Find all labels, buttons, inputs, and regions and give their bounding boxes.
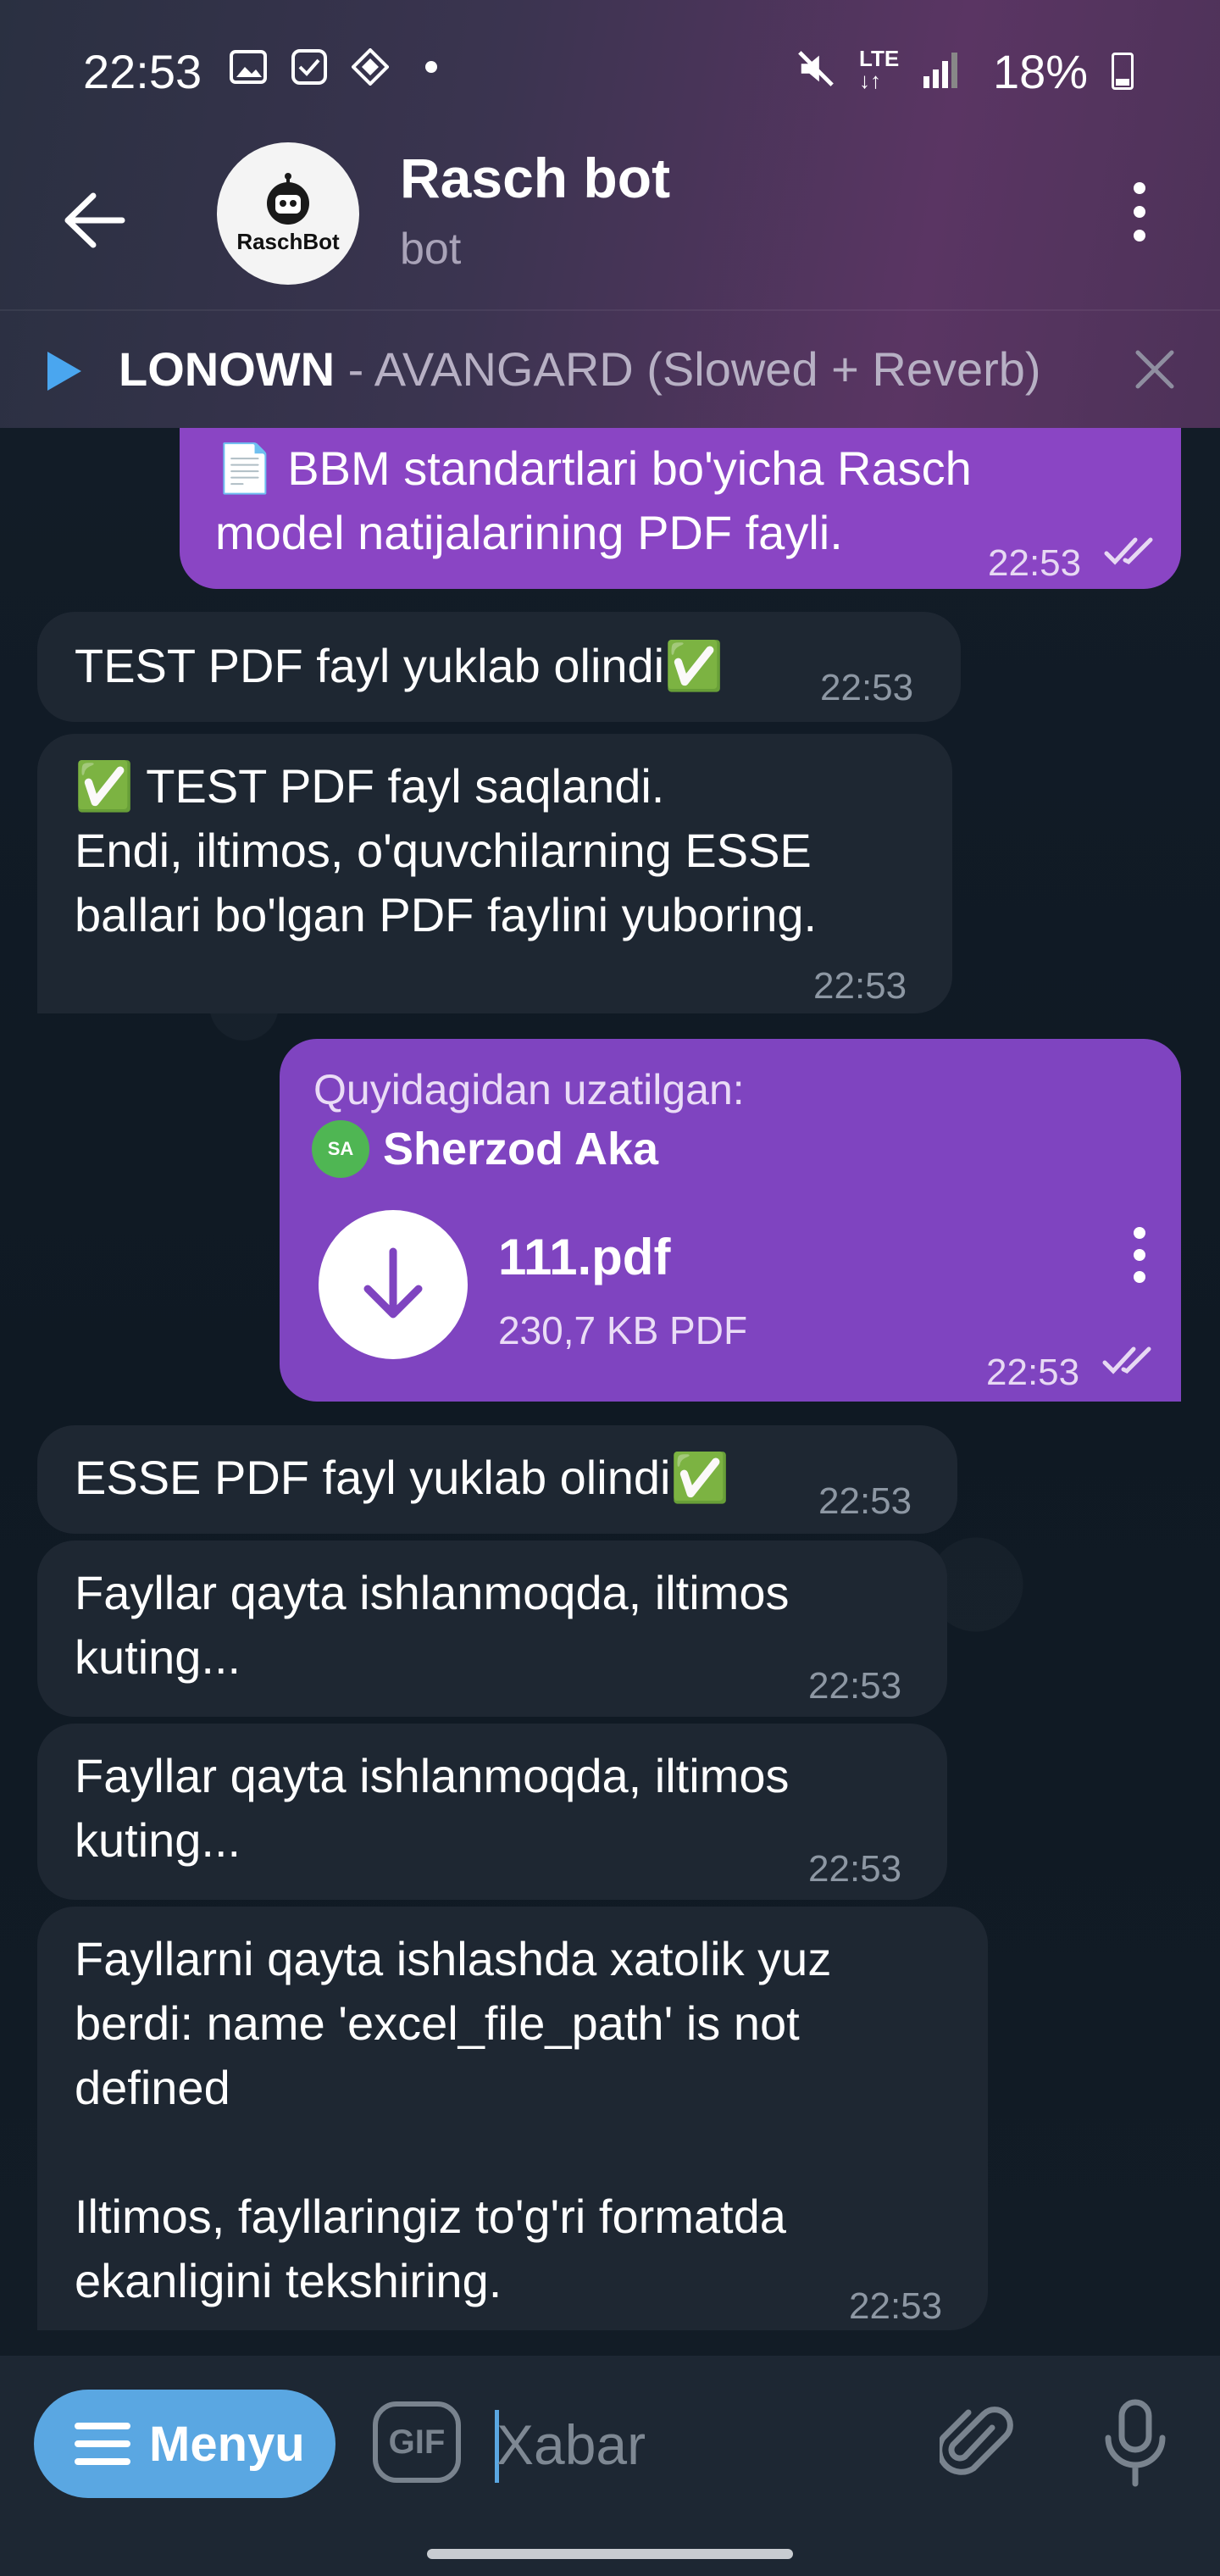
voice-record-button[interactable]: [1093, 2396, 1178, 2490]
avatar[interactable]: RaschBot: [217, 142, 359, 285]
double-check-icon: [1102, 1346, 1151, 1374]
message-incoming[interactable]: Fayllarni qayta ishlashda xatolik yuz be…: [37, 1907, 988, 2330]
more-vertical-icon: [1134, 1227, 1145, 1239]
more-vertical-dot: [1134, 1249, 1145, 1261]
battery-percentage: 18%: [993, 45, 1089, 98]
message-incoming[interactable]: ESSE PDF fayl yuklab olindi✅ 22:53: [37, 1425, 957, 1534]
message-time: 22:53: [986, 1352, 1080, 1393]
attach-button[interactable]: [935, 2396, 1020, 2490]
mute-icon: [796, 49, 835, 88]
message-text: TEST PDF fayl yuklab olindi✅: [75, 639, 724, 692]
more-vertical-dot: [1134, 206, 1145, 218]
message-text: ✅ TEST PDF fayl saqlandi. Endi, iltimos,…: [75, 759, 818, 941]
download-button[interactable]: [319, 1210, 468, 1359]
music-artist: LONOWN: [119, 342, 336, 396]
menu-button[interactable]: Menyu: [34, 2390, 336, 2498]
hamburger-icon: [75, 2423, 130, 2465]
status-bar: 22:53 LTE ↓↑ 18%: [0, 0, 1220, 144]
microphone-icon: [1105, 2399, 1166, 2487]
chat-title[interactable]: Rasch bot: [400, 146, 670, 210]
gallery-icon: [229, 47, 268, 86]
double-check-icon: [1104, 537, 1153, 565]
message-input[interactable]: [495, 2390, 939, 2500]
message-time: 22:53: [808, 1848, 902, 1890]
checkbox-icon: [290, 47, 329, 86]
more-options-button[interactable]: [1101, 169, 1178, 254]
message-incoming[interactable]: Fayllar qayta ishlanmoqda, iltimos kutin…: [37, 1724, 947, 1900]
avatar-label: RaschBot: [236, 228, 340, 254]
message-time: 22:53: [818, 1480, 912, 1522]
lte-icon: LTE ↓↑: [859, 46, 900, 93]
forward-sender[interactable]: Sherzod Aka: [383, 1117, 658, 1181]
forward-avatar[interactable]: SA: [312, 1120, 369, 1178]
back-button[interactable]: [51, 178, 136, 263]
forward-initials: SA: [327, 1138, 354, 1159]
message-text: Fayllar qayta ishlanmoqda, iltimos kutin…: [75, 1749, 790, 1867]
message-incoming[interactable]: TEST PDF fayl yuklab olindi✅ 22:53: [37, 612, 961, 722]
gif-icon: GIF: [388, 2423, 446, 2461]
message-text: Fayllar qayta ishlanmoqda, iltimos kutin…: [75, 1566, 790, 1684]
message-composer: Menyu GIF: [0, 2356, 1220, 2576]
chat-subtitle: bot: [400, 225, 462, 274]
message-incoming[interactable]: ✅ TEST PDF fayl saqlandi. Endi, iltimos,…: [37, 734, 952, 1013]
message-outgoing[interactable]: 📄 BBM standartlari bo'yicha Rasch model …: [180, 428, 1181, 589]
chat-header: 22:53 LTE ↓↑ 18% RaschBot Rasch bot bot …: [0, 0, 1220, 428]
robot-icon: [267, 172, 309, 225]
message-forwarded-file[interactable]: Quyidagidan uzatilgan: SA Sherzod Aka 11…: [280, 1039, 1181, 1402]
music-title: - AVANGARD (Slowed + Reverb): [335, 342, 1041, 396]
file-meta: 230,7 KB PDF: [498, 1308, 748, 1352]
forward-label: Quyidagidan uzatilgan:: [313, 1066, 745, 1113]
close-icon[interactable]: [1127, 341, 1183, 397]
status-time: 22:53: [83, 45, 202, 98]
message-text: ESSE PDF fayl yuklab olindi✅: [75, 1451, 730, 1504]
battery-icon: [1112, 53, 1134, 90]
back-arrow-icon: [64, 192, 125, 248]
file-name[interactable]: 111.pdf: [498, 1225, 670, 1290]
message-time: 22:53: [849, 2285, 943, 2327]
signal-icon: [920, 51, 959, 90]
home-indicator[interactable]: [427, 2549, 793, 2559]
message-time: 22:53: [808, 1665, 902, 1707]
message-incoming[interactable]: Fayllar qayta ishlanmoqda, iltimos kutin…: [37, 1541, 947, 1717]
paperclip-icon: [940, 2407, 1013, 2475]
message-time: 22:53: [820, 667, 914, 708]
qr-icon: [351, 47, 390, 86]
message-time: 22:53: [988, 542, 1082, 584]
music-player-bar[interactable]: LONOWN - AVANGARD (Slowed + Reverb): [0, 309, 1220, 430]
more-vertical-dot: [1134, 230, 1145, 242]
file-options-button[interactable]: [1118, 1217, 1161, 1293]
message-time: 22:53: [813, 965, 907, 1007]
more-vertical-icon: [1134, 182, 1145, 194]
more-vertical-dot: [1134, 1271, 1145, 1283]
menu-label: Menyu: [149, 2416, 305, 2472]
play-icon[interactable]: [44, 350, 83, 397]
music-track: LONOWN - AVANGARD (Slowed + Reverb): [119, 341, 1041, 397]
gif-button[interactable]: GIF: [373, 2401, 461, 2483]
dot-icon: [412, 47, 451, 86]
download-arrow-icon: [363, 1247, 423, 1319]
message-text: Fayllarni qayta ishlashda xatolik yuz be…: [75, 1932, 832, 2307]
message-text: 📄 BBM standartlari bo'yicha Rasch model …: [215, 441, 972, 559]
